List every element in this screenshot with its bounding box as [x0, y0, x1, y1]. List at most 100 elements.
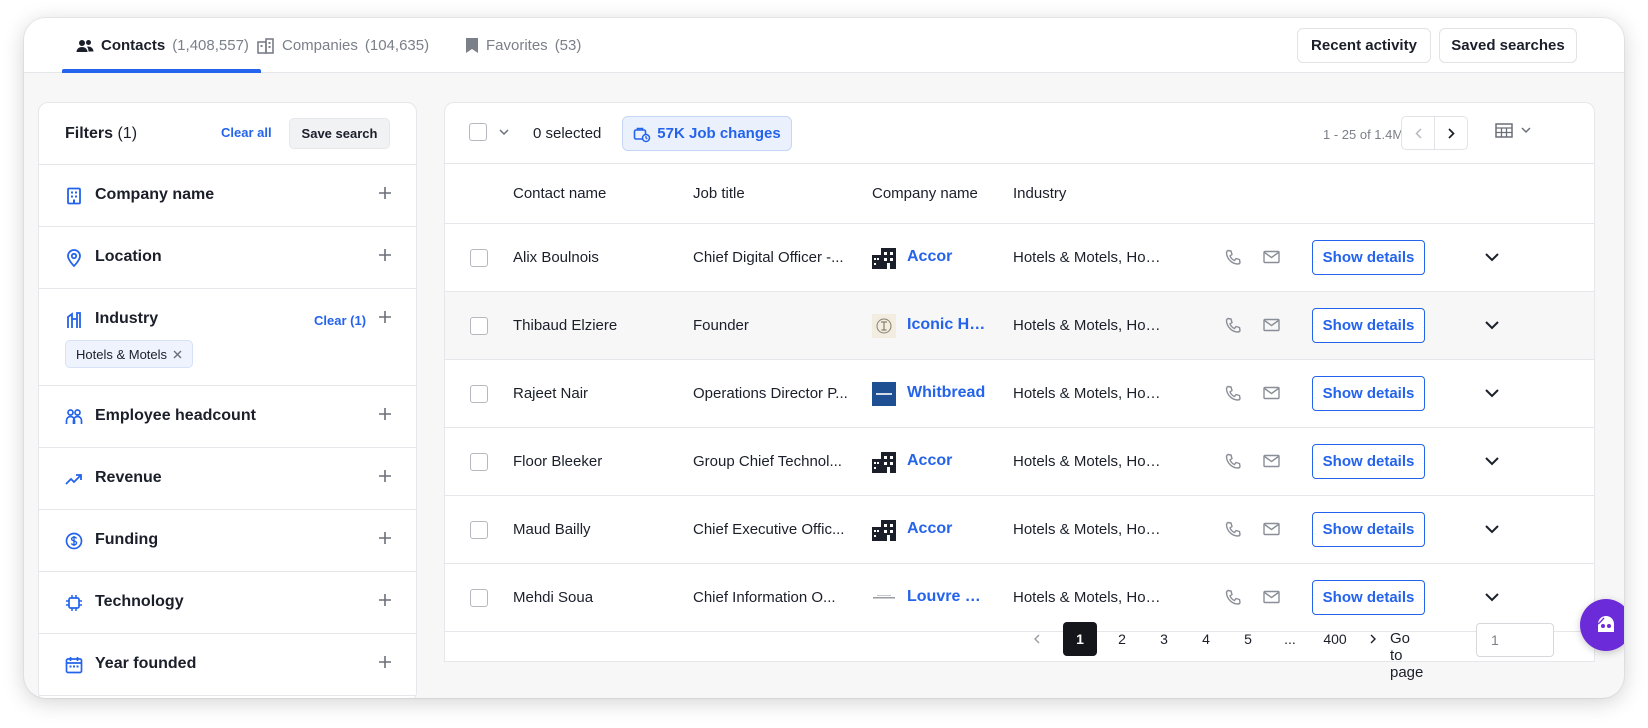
company-link[interactable]: Louvre H...: [907, 588, 989, 606]
company-link[interactable]: Accor: [907, 248, 989, 266]
row-checkbox[interactable]: [470, 317, 488, 335]
column-header-job-title[interactable]: Job title: [693, 185, 745, 202]
mail-icon[interactable]: [1263, 522, 1280, 536]
job-changes-button[interactable]: 57K Job changes: [622, 116, 792, 151]
page-2-button[interactable]: 2: [1105, 622, 1139, 656]
show-details-button[interactable]: Show details: [1312, 444, 1425, 479]
row-checkbox[interactable]: [470, 249, 488, 267]
plus-icon[interactable]: [378, 655, 392, 669]
contact-name[interactable]: Mehdi Soua: [513, 589, 593, 606]
plus-icon[interactable]: [378, 310, 392, 324]
row-checkbox[interactable]: [470, 589, 488, 607]
saved-searches-button[interactable]: Saved searches: [1439, 28, 1577, 63]
phone-icon[interactable]: [1225, 521, 1242, 538]
chip-icon: [66, 595, 82, 611]
plus-icon[interactable]: [378, 593, 392, 607]
table-row[interactable]: Alix Boulnois Chief Digital Officer -...…: [445, 224, 1594, 292]
plus-icon[interactable]: [378, 531, 392, 545]
show-details-button[interactable]: Show details: [1312, 240, 1425, 275]
select-all-checkbox[interactable]: [469, 123, 487, 141]
company-link[interactable]: Iconic Ho...: [907, 316, 989, 334]
plus-icon[interactable]: [378, 407, 392, 421]
contact-name[interactable]: Floor Bleeker: [513, 453, 602, 470]
chevron-down-icon[interactable]: [1484, 456, 1500, 466]
page-1-button[interactable]: 1: [1063, 622, 1097, 656]
plus-icon[interactable]: [378, 186, 392, 200]
row-checkbox[interactable]: [470, 385, 488, 403]
phone-icon[interactable]: [1225, 453, 1242, 470]
page-3-button[interactable]: 3: [1147, 622, 1181, 656]
filter-year-founded[interactable]: Year founded: [39, 634, 416, 696]
chevron-down-icon[interactable]: [1484, 252, 1500, 262]
clear-all-link[interactable]: Clear all: [221, 125, 272, 140]
chevron-down-icon[interactable]: [499, 129, 509, 136]
chip-label: Hotels & Motels: [76, 346, 168, 362]
chevron-right-icon[interactable]: [1370, 634, 1376, 644]
show-details-button[interactable]: Show details: [1312, 512, 1425, 547]
plus-icon[interactable]: [378, 248, 392, 262]
chevron-down-icon[interactable]: [1484, 320, 1500, 330]
page-5-button[interactable]: 5: [1231, 622, 1265, 656]
mail-icon[interactable]: [1263, 454, 1280, 468]
table-row[interactable]: Maud Bailly Chief Executive Offic... Acc…: [445, 496, 1594, 564]
filters-title-text: Filters: [65, 124, 114, 142]
phone-icon[interactable]: [1225, 385, 1242, 402]
chevron-down-icon[interactable]: [1484, 388, 1500, 398]
chevron-down-icon[interactable]: [1484, 524, 1500, 534]
mail-icon[interactable]: [1263, 318, 1280, 332]
recent-activity-button[interactable]: Recent activity: [1297, 28, 1431, 63]
show-details-button[interactable]: Show details: [1312, 376, 1425, 411]
column-header-industry[interactable]: Industry: [1013, 185, 1066, 202]
job-title: Chief Information O...: [693, 589, 836, 606]
filter-label: Company name: [95, 186, 215, 203]
company-link[interactable]: Accor: [907, 520, 989, 538]
tab-favorites[interactable]: Favorites (53): [465, 18, 581, 73]
column-header-contact-name[interactable]: Contact name: [513, 185, 606, 202]
view-selector[interactable]: [1495, 123, 1531, 138]
filters-count: (1): [117, 124, 138, 142]
table-row[interactable]: Rajeet Nair Operations Director P... Whi…: [445, 360, 1594, 428]
contact-name[interactable]: Rajeet Nair: [513, 385, 588, 402]
phone-icon[interactable]: [1225, 249, 1242, 266]
save-search-button[interactable]: Save search: [289, 118, 390, 149]
filter-revenue[interactable]: Revenue: [39, 448, 416, 510]
mail-icon[interactable]: [1263, 386, 1280, 400]
filter-employee-headcount[interactable]: Employee headcount: [39, 386, 416, 448]
show-details-button[interactable]: Show details: [1312, 580, 1425, 615]
filter-funding[interactable]: Funding: [39, 510, 416, 572]
page-400-button[interactable]: 400: [1315, 622, 1355, 656]
go-to-page-input[interactable]: 1: [1476, 623, 1554, 657]
company-link[interactable]: Accor: [907, 452, 989, 470]
chevron-down-icon[interactable]: [1484, 592, 1500, 602]
tab-contacts[interactable]: Contacts (1,408,557): [62, 18, 261, 73]
filter-location[interactable]: Location: [39, 227, 416, 289]
accor-logo-icon: [872, 248, 896, 269]
filter-technology[interactable]: Technology: [39, 572, 416, 634]
filter-industry[interactable]: Industry Clear (1) Hotels & Motels: [39, 289, 416, 386]
page-4-button[interactable]: 4: [1189, 622, 1223, 656]
assistant-button[interactable]: [1580, 599, 1624, 651]
column-header-company-name[interactable]: Company name: [872, 185, 978, 202]
mail-icon[interactable]: [1263, 250, 1280, 264]
next-page-button[interactable]: [1434, 116, 1468, 150]
phone-icon[interactable]: [1225, 317, 1242, 334]
row-checkbox[interactable]: [470, 521, 488, 539]
tab-companies[interactable]: Companies (104,635): [257, 18, 429, 73]
row-checkbox[interactable]: [470, 453, 488, 471]
close-icon[interactable]: [173, 350, 182, 359]
prev-page-button[interactable]: [1401, 116, 1435, 150]
show-details-button[interactable]: Show details: [1312, 308, 1425, 343]
chevron-left-icon[interactable]: [1034, 634, 1040, 644]
phone-icon[interactable]: [1225, 589, 1242, 606]
clear-industry-link[interactable]: Clear (1): [314, 313, 366, 328]
table-row[interactable]: Mehdi Soua Chief Information O... Louvre…: [445, 564, 1594, 632]
contact-name[interactable]: Thibaud Elziere: [513, 317, 617, 334]
contact-name[interactable]: Alix Boulnois: [513, 249, 599, 266]
table-row[interactable]: Floor Bleeker Group Chief Technol... Acc…: [445, 428, 1594, 496]
contact-name[interactable]: Maud Bailly: [513, 521, 591, 538]
plus-icon[interactable]: [378, 469, 392, 483]
table-row[interactable]: Thibaud Elziere Founder Iconic Ho... Hot…: [445, 292, 1594, 360]
company-link[interactable]: Whitbread: [907, 384, 989, 402]
mail-icon[interactable]: [1263, 590, 1280, 604]
filter-company-name[interactable]: Company name: [39, 165, 416, 227]
